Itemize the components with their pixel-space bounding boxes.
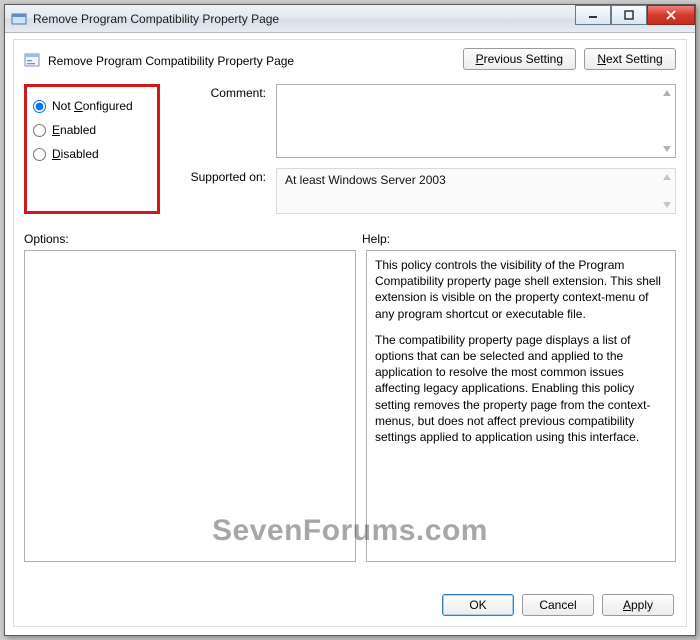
titlebar: Remove Program Compatibility Property Pa… xyxy=(5,5,695,33)
ok-button[interactable]: OK xyxy=(442,594,514,616)
help-paragraph-2: The compatibility property page displays… xyxy=(375,332,667,445)
state-radio-group: Not Configured Enabled Disabled xyxy=(24,84,160,214)
maximize-button[interactable] xyxy=(611,5,647,25)
header-left: Remove Program Compatibility Property Pa… xyxy=(24,48,463,70)
dialog-buttons: OK Cancel Apply xyxy=(442,594,674,616)
scroll-down-icon[interactable] xyxy=(659,141,675,157)
radio-disabled-input[interactable] xyxy=(33,148,46,161)
options-label: Options: xyxy=(24,232,362,246)
app-icon xyxy=(11,11,27,27)
radio-not-configured-label: Not Configured xyxy=(52,99,133,113)
lower-section: This policy controls the visibility of t… xyxy=(24,250,676,562)
window-controls xyxy=(575,5,695,32)
policy-icon xyxy=(24,52,42,70)
content: Remove Program Compatibility Property Pa… xyxy=(13,39,687,627)
fields: Comment: Supported on: At least Windows … xyxy=(170,84,676,214)
minimize-button[interactable] xyxy=(575,5,611,25)
supported-scroll xyxy=(659,169,675,213)
comment-label: Comment: xyxy=(170,84,266,158)
help-paragraph-1: This policy controls the visibility of t… xyxy=(375,257,667,322)
comment-textarea[interactable] xyxy=(276,84,676,158)
radio-disabled-label: Disabled xyxy=(52,147,99,161)
radio-enabled-input[interactable] xyxy=(33,124,46,137)
policy-title: Remove Program Compatibility Property Pa… xyxy=(48,54,294,68)
radio-enabled-label: Enabled xyxy=(52,123,96,137)
header-row: Remove Program Compatibility Property Pa… xyxy=(24,48,676,70)
radio-not-configured[interactable]: Not Configured xyxy=(33,99,151,113)
radio-disabled[interactable]: Disabled xyxy=(33,147,151,161)
supported-value-box: At least Windows Server 2003 xyxy=(276,168,676,214)
help-panel: This policy controls the visibility of t… xyxy=(366,250,676,562)
nav-buttons: Previous Setting Next Setting xyxy=(463,48,676,70)
cancel-button[interactable]: Cancel xyxy=(522,594,594,616)
close-button[interactable] xyxy=(647,5,695,25)
scroll-down-icon[interactable] xyxy=(659,197,675,213)
supported-value: At least Windows Server 2003 xyxy=(285,173,446,187)
supported-label: Supported on: xyxy=(170,168,266,214)
options-panel xyxy=(24,250,356,562)
apply-button[interactable]: Apply xyxy=(602,594,674,616)
window: Remove Program Compatibility Property Pa… xyxy=(4,4,696,636)
help-label: Help: xyxy=(362,232,390,246)
next-setting-button[interactable]: Next Setting xyxy=(584,48,676,70)
previous-setting-button[interactable]: Previous Setting xyxy=(463,48,576,70)
scroll-up-icon[interactable] xyxy=(659,85,675,101)
radio-enabled[interactable]: Enabled xyxy=(33,123,151,137)
lower-labels: Options: Help: xyxy=(24,232,676,246)
scroll-up-icon[interactable] xyxy=(659,169,675,185)
radio-not-configured-input[interactable] xyxy=(33,100,46,113)
window-title: Remove Program Compatibility Property Pa… xyxy=(33,12,575,26)
supported-row: Supported on: At least Windows Server 20… xyxy=(170,168,676,214)
comment-scroll xyxy=(659,85,675,157)
upper-section: Not Configured Enabled Disabled Comment: xyxy=(24,84,676,214)
comment-row: Comment: xyxy=(170,84,676,158)
